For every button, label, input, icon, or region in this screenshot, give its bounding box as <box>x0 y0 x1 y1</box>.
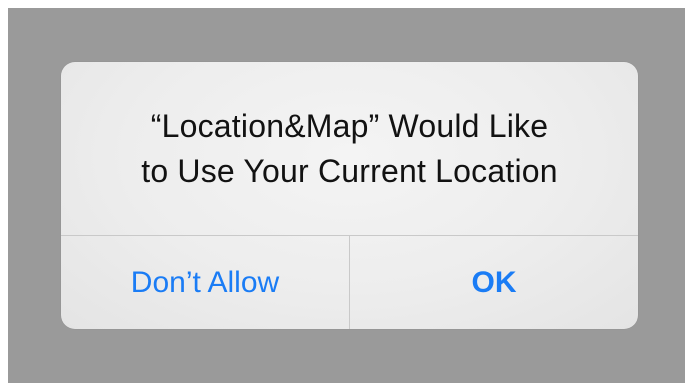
dont-allow-button[interactable]: Don’t Allow <box>61 236 349 329</box>
ok-button[interactable]: OK <box>350 236 638 329</box>
alert-title-line-1: “Location&Map” Would Like <box>150 108 549 144</box>
alert-title-line-2: to Use Your Current Location <box>141 153 558 189</box>
location-permission-alert: “Location&Map” Would Like to Use Your Cu… <box>61 62 638 329</box>
alert-message: “Location&Map” Would Like to Use Your Cu… <box>61 104 638 224</box>
